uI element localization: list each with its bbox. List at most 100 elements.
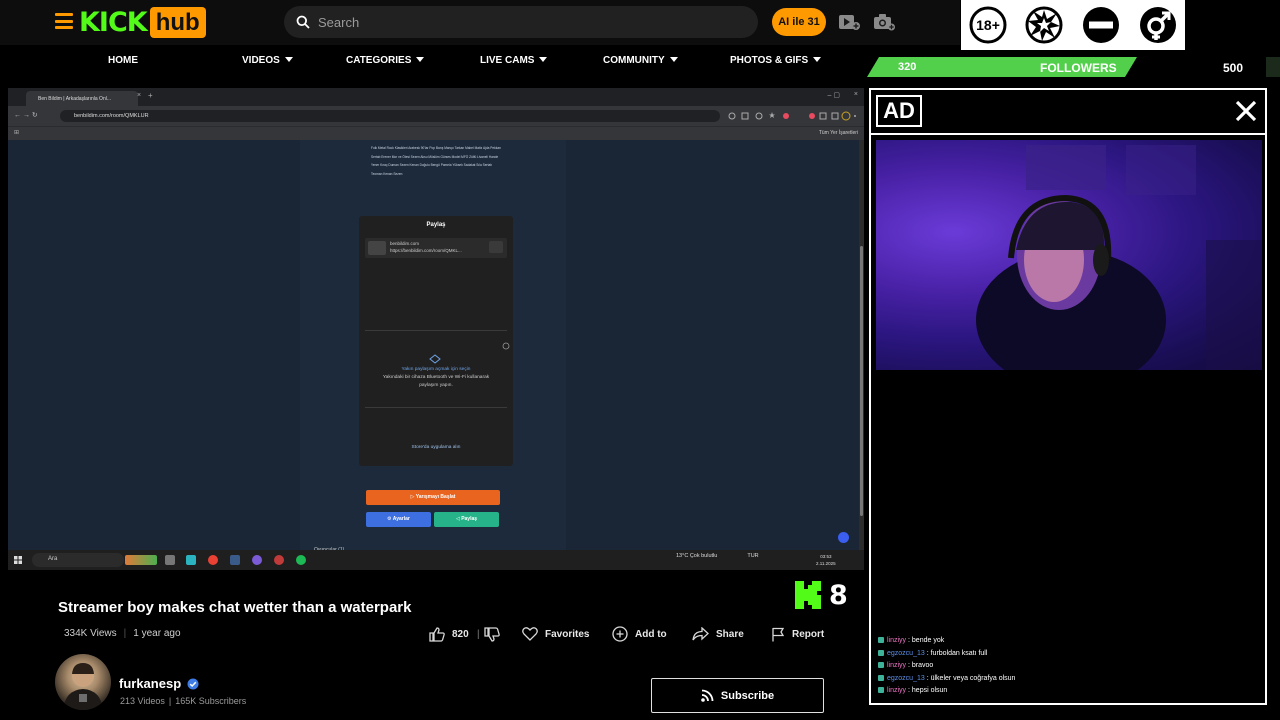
report-button[interactable]: Report — [771, 626, 824, 642]
ai-promo-button[interactable]: AI ile 31 — [772, 8, 826, 36]
chat-text: : bravoo — [908, 662, 934, 669]
close-icon[interactable] — [1233, 98, 1259, 124]
svg-text:18+: 18+ — [976, 17, 1000, 33]
share-url: https://benbildim.com/room/QMKL... — [390, 248, 462, 253]
share-button[interactable]: Share — [692, 626, 744, 642]
chat-badge-icon — [878, 662, 884, 668]
share-site: benbildim.com — [390, 241, 420, 246]
video-player[interactable]: Ben Bildim | Arkadaşlarınla Onl... × + –… — [8, 88, 864, 570]
followers-goal: 500 — [1223, 61, 1244, 75]
search-bar[interactable] — [284, 6, 758, 38]
channel-subscriber-count: 165K Subscribers — [175, 696, 247, 706]
18-plus-icon: 18+ — [969, 6, 1007, 44]
subscribe-label: Subscribe — [720, 689, 775, 702]
add-to-button[interactable]: Add to — [612, 626, 667, 642]
nearby-share-line-2: Yakındaki bir cihaza Bluetooth ve Wi-Fi … — [382, 375, 490, 380]
taskbar-widget-icon — [125, 555, 157, 565]
taskbar-app-icon — [274, 555, 284, 565]
nav-categories-label: CATEGORIES — [346, 55, 412, 66]
recorded-settings-button: ⚙ Ayarlar — [366, 512, 431, 527]
nav-categories[interactable]: CATEGORIES — [346, 55, 425, 66]
recorded-taskbar: Ara 13°C Çok bulutlu TUR 03:53 2.11.2025 — [8, 550, 864, 570]
heart-icon — [522, 627, 538, 641]
avatar-image — [63, 663, 103, 710]
chat-message: linziyy : hepsi olsun — [878, 685, 1263, 698]
search-icon — [296, 15, 310, 29]
nav-photos-gifs[interactable]: PHOTOS & GIFS — [730, 55, 822, 66]
dislike-button[interactable]: | — [477, 626, 507, 642]
rss-icon — [701, 689, 714, 702]
kick-logo-icon — [795, 581, 821, 609]
add-to-label: Add to — [635, 628, 667, 640]
stream-side-panel: AD linziyy : bende yok egzozcu_13 : furb… — [869, 88, 1267, 705]
recorded-fab-icon — [838, 532, 849, 543]
chevron-down-icon — [813, 57, 822, 62]
like-button[interactable]: 820 — [429, 626, 469, 642]
video-title: Streamer boy makes chat wetter than a wa… — [58, 599, 412, 616]
camera-icon[interactable] — [873, 12, 895, 32]
chat-badge-icon — [878, 649, 884, 656]
nearby-share-icon — [429, 354, 441, 364]
channel-video-count: 213 Videos — [120, 696, 165, 706]
chat-log: linziyy : bende yok egzozcu_13 : furbold… — [878, 635, 1263, 698]
avatar[interactable] — [55, 654, 111, 710]
nav-live-cams[interactable]: LIVE CAMS — [480, 55, 548, 66]
flag-icon — [772, 627, 785, 641]
chat-message: linziyy : bravoo — [878, 660, 1263, 673]
chat-message: egzozcu_13 : ülkeler veya coğrafya olsun — [878, 673, 1263, 686]
favorites-label: Favorites — [545, 628, 590, 640]
kick-counter: 8 — [795, 580, 848, 611]
nav-videos-label: VIDEOS — [242, 55, 280, 66]
followers-bar-edge — [1266, 57, 1280, 77]
nav-videos[interactable]: VIDEOS — [242, 55, 293, 66]
ad-divider — [871, 133, 1265, 135]
spotify-icon — [296, 555, 306, 565]
chat-username: egzozcu_13 — [887, 649, 925, 657]
share-divider — [365, 407, 507, 408]
chat-message: linziyy : bende yok — [878, 635, 1263, 648]
chat-text: : hepsi olsun — [908, 687, 948, 694]
chevron-down-icon — [669, 57, 678, 62]
channel-name-text: furkanesp — [119, 676, 182, 691]
recorded-share-dialog: Paylaş benbildim.com https://benbildim.c… — [359, 216, 513, 466]
share-arrow-icon — [692, 627, 709, 641]
chat-username: linziyy — [887, 637, 907, 644]
menu-icon[interactable] — [55, 13, 73, 29]
close-icon: × — [137, 92, 142, 99]
chat-text: : bende yok — [908, 637, 945, 644]
windows-start-icon — [14, 556, 22, 564]
chat-badge-icon — [878, 687, 884, 693]
chevron-down-icon — [416, 57, 425, 62]
site-logo[interactable]: KICK hub — [79, 7, 206, 38]
followers-goal-bar: 320 FOLLOWERS 500 — [864, 57, 1280, 77]
chat-username: egzozcu_13 — [887, 674, 925, 682]
chat-username: linziyy — [887, 687, 907, 694]
recorded-address-bar: ← → ↻ benbildim.com/room/QMKLUR — [8, 106, 864, 126]
search-input[interactable] — [318, 14, 718, 30]
browser-toolbar-icons — [728, 112, 789, 120]
video-upload-icon[interactable] — [838, 12, 860, 32]
favorites-button[interactable]: Favorites — [522, 626, 589, 642]
channel-name[interactable]: furkanesp — [119, 676, 199, 691]
subscribe-button[interactable]: Subscribe — [651, 678, 824, 713]
recorded-browser-tabbar: Ben Bildim | Arkadaşlarınla Onl... × + –… — [8, 88, 864, 106]
chat-badge-icon — [878, 674, 884, 681]
nav-community[interactable]: COMMUNITY — [603, 55, 678, 66]
taskbar-app-icon — [186, 555, 196, 565]
language-indicator: TUR — [747, 553, 759, 559]
chat-text: : ülkeler veya coğrafya olsun — [926, 674, 1016, 682]
bookmarks-all: Tüm Yer İşaretleri — [818, 130, 858, 136]
chat-username: linziyy — [887, 662, 907, 669]
clock-date: 2.11.2025 — [816, 561, 836, 566]
taskbar-app-icon — [252, 555, 262, 565]
gender-icon — [1140, 7, 1176, 43]
channel-meta: 213 Videos | 165K Subscribers — [120, 696, 247, 706]
no-entry-icon — [1083, 7, 1119, 43]
taskbar-weather: 13°C Çok bulutlu TUR — [676, 553, 759, 559]
report-label: Report — [792, 628, 825, 640]
site-header: KICK hub AI ile 31 — [0, 0, 960, 45]
plus-circle-icon — [612, 626, 628, 642]
new-tab-icon: + — [148, 91, 153, 100]
video-meta: 334K Views | 1 year ago — [64, 628, 181, 639]
nav-home[interactable]: HOME — [108, 55, 138, 66]
